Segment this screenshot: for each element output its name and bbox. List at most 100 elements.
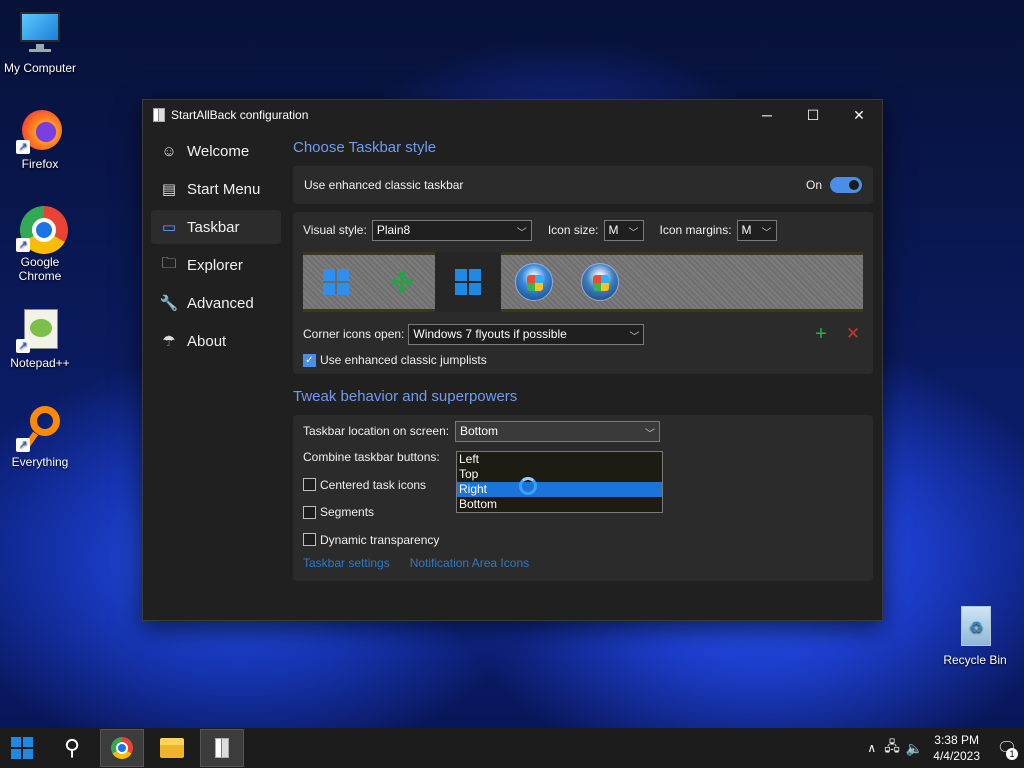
sidebar-item-taskbar[interactable]: ▭ Taskbar [151,210,281,244]
desktop-icon-label: Recycle Bin [943,653,1007,667]
sidebar-item-label: Advanced [187,294,254,312]
folder-icon [160,738,184,758]
toggle-state-label: On [805,178,822,192]
corner-icons-value: Windows 7 flyouts if possible [413,327,567,341]
style-section-title: Choose Taskbar style [293,139,437,156]
icon-margins-select[interactable]: M ﹀ [736,219,777,241]
jumplists-label: Use enhanced classic jumplists [320,353,487,367]
notification-center-button[interactable]: 🗨 1 [990,728,1024,768]
chrome-icon: ↗ [16,204,68,254]
dropdown-option-right[interactable]: Right [457,482,662,497]
start-style-win7-orb[interactable] [501,252,567,312]
segments-checkbox[interactable] [303,505,316,519]
location-select[interactable]: Bottom ﹀ [455,420,660,442]
clock[interactable]: 3:38 PM 4/4/2023 [933,732,980,764]
close-button[interactable]: ✕ [836,100,882,130]
icon-margins-value: M [741,223,752,237]
windows11-logo-icon [323,269,349,295]
behavior-section-title: Tweak behavior and superpowers [293,388,518,405]
style-options-card: Visual style: Plain8 ﹀ Icon size: M ﹀ Ic… [293,212,873,374]
content-pane: Choose Taskbar style Use enhanced classi… [293,130,873,581]
corner-icons-select[interactable]: Windows 7 flyouts if possible ﹀ [408,323,645,345]
sidebar-item-label: Explorer [187,256,243,274]
chevron-down-icon: ﹀ [629,331,640,343]
segments-label: Segments [320,505,375,519]
sidebar-item-start-menu[interactable]: ▤ Start Menu [151,172,281,206]
sidebar: ☺ Welcome ▤ Start Menu ▭ Taskbar 🗀 Explo… [151,134,281,362]
chevron-down-icon: ﹀ [761,227,772,239]
sidebar-item-label: About [187,332,227,350]
add-icon[interactable]: + [811,323,831,346]
desktop-icon-firefox[interactable]: ↗ Firefox [0,106,80,171]
dropdown-option-top[interactable]: Top [457,467,662,482]
notification-icons-link[interactable]: Notification Area Icons [410,556,529,570]
chevron-down-icon: ﹀ [628,227,639,239]
icon-size-select[interactable]: M ﹀ [603,219,644,241]
window-title: StartAllBack configuration [171,108,309,122]
taskbar: ⚲ ∧ 🖧 🔈 3:38 PM 4/4/2023 🗨 1 [0,728,1024,768]
about-icon: ☂ [162,333,176,350]
start-button[interactable] [0,729,44,767]
notification-badge: 1 [1006,748,1018,760]
taskbar-explorer-button[interactable] [150,729,194,767]
taskbar-chrome-button[interactable] [100,729,144,767]
start-button-style-strip: ✤ [303,252,863,312]
windows7-orb-icon [515,263,553,301]
centered-icons-checkbox[interactable] [303,478,316,491]
vista-orb-icon [581,263,619,301]
volume-icon[interactable]: 🔈 [906,740,923,757]
visual-style-value: Plain8 [376,223,411,237]
start-style-clover[interactable]: ✤ [369,252,435,312]
start-style-vista-orb[interactable] [567,252,633,312]
smile-icon: ☺ [161,142,177,160]
taskbar-startallback-button[interactable] [200,729,244,767]
windows10-logo-icon [455,269,481,295]
chevron-up-icon[interactable]: ∧ [867,741,876,755]
minimize-button[interactable]: ─ [744,100,790,130]
remove-icon[interactable]: ✕ [843,324,863,344]
sidebar-item-about[interactable]: ☂ About [151,324,281,358]
search-icon: ⚲ [63,735,81,760]
dropdown-option-left[interactable]: Left [457,452,662,467]
search-button[interactable]: ⚲ [50,729,94,767]
monitor-icon [16,10,64,58]
desktop-icon-label: My Computer [3,61,77,75]
desktop-icon-label: Notepad++ [10,356,70,370]
maximize-button[interactable]: ☐ [790,100,836,130]
enhanced-taskbar-label: Use enhanced classic taskbar [304,178,464,192]
windows-logo-icon [11,737,33,759]
sidebar-item-explorer[interactable]: 🗀 Explorer [151,248,281,282]
taskbar-icon: ▭ [161,219,177,236]
startallback-icon [215,738,229,758]
busy-cursor-icon [519,477,537,495]
sidebar-item-label: Welcome [187,142,250,160]
desktop-icon-everything[interactable]: ↗ Everything [0,404,80,469]
everything-icon: ↗ [16,404,64,452]
start-style-win10[interactable] [435,252,501,312]
location-label: Taskbar location on screen: [303,424,450,438]
location-value: Bottom [460,424,499,438]
sidebar-item-advanced[interactable]: 🔧 Advanced [151,286,281,320]
desktop-icon-chrome[interactable]: ↗ Google Chrome [0,204,80,283]
network-icon[interactable]: 🖧 [884,736,900,760]
window-titlebar[interactable]: StartAllBack configuration ─ ☐ ✕ [143,100,882,130]
visual-style-select[interactable]: Plain8 ﹀ [371,219,532,241]
desktop-icon-my-computer[interactable]: My Computer [0,10,80,75]
visual-style-label: Visual style: [303,223,367,237]
chrome-icon [111,737,133,759]
chevron-down-icon: ﹀ [516,227,527,239]
desktop-icon-label: Firefox [21,157,59,171]
location-dropdown-list: Left Top Right Bottom [456,451,663,513]
dropdown-option-bottom[interactable]: Bottom [457,497,662,512]
desktop-icon-notepadpp[interactable]: ↗ Notepad++ [0,305,80,370]
dynamic-transparency-checkbox[interactable] [303,533,316,546]
desktop-icon-recycle-bin[interactable]: ♻ Recycle Bin [935,602,1015,667]
enhanced-taskbar-card: Use enhanced classic taskbar On [293,166,873,204]
enhanced-taskbar-toggle[interactable] [830,177,862,193]
desktop-icon-label: Everything [11,455,69,469]
start-style-win11[interactable] [303,252,369,312]
icon-margins-label: Icon margins: [659,223,732,237]
taskbar-settings-link[interactable]: Taskbar settings [303,556,390,570]
jumplists-checkbox[interactable]: ✓ [303,353,316,367]
sidebar-item-welcome[interactable]: ☺ Welcome [151,134,281,168]
